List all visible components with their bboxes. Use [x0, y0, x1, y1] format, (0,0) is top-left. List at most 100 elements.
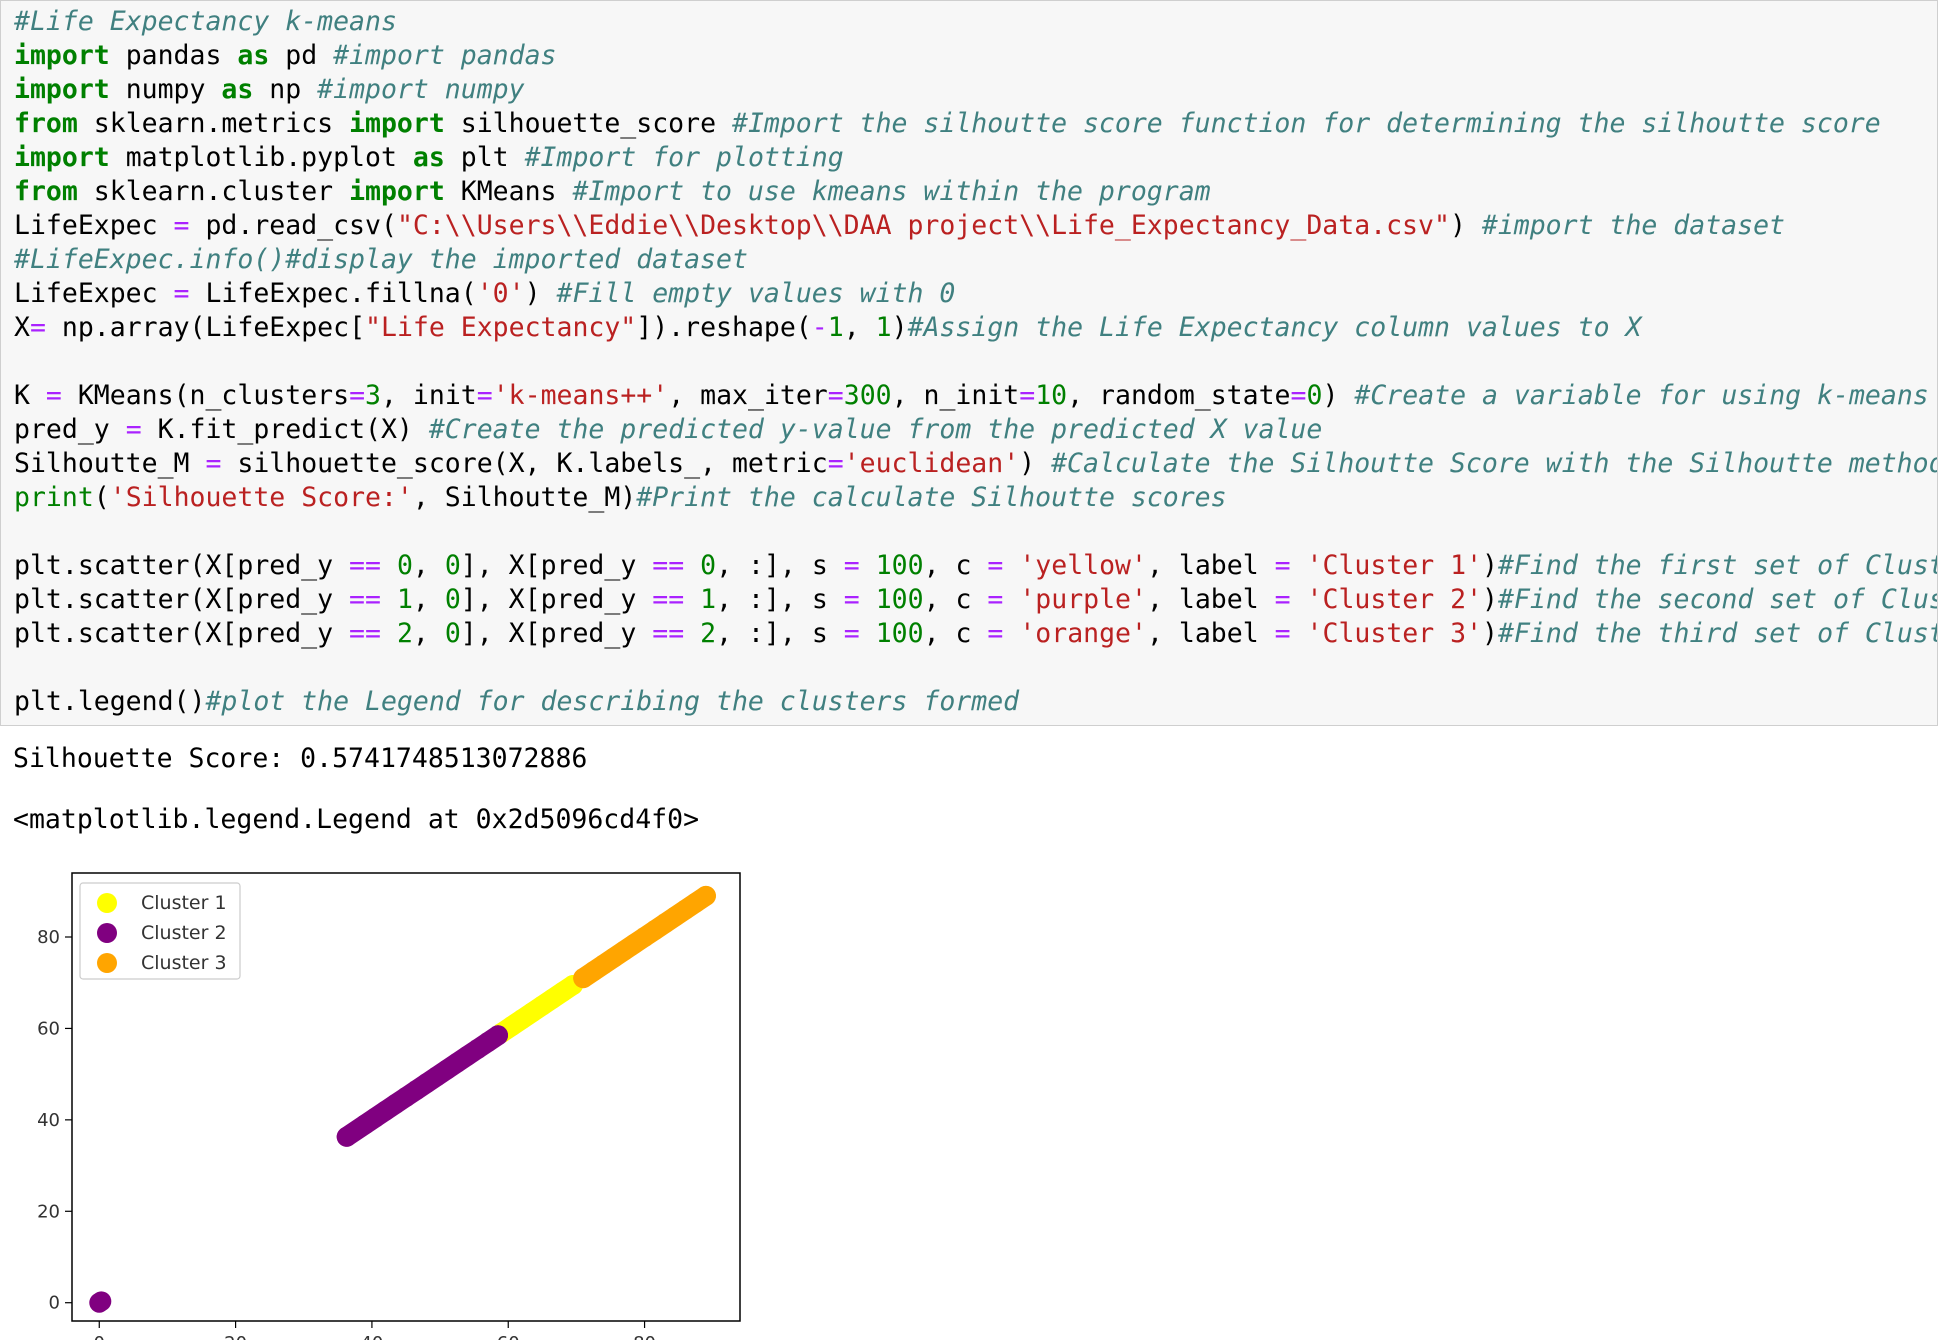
code-token: = [827, 448, 844, 479]
code-token: = [476, 380, 493, 411]
code-token: import [349, 108, 445, 139]
code-token: = [173, 210, 190, 241]
code-line: #Life Expectancy k-means [14, 5, 397, 39]
code-line: plt.legend()#plot the Legend for describ… [14, 685, 1019, 719]
code-token: , [412, 618, 445, 649]
code-line: X= np.array(LifeExpec["Life Expectancy"]… [14, 311, 1641, 345]
code-token: , [412, 584, 445, 615]
code-token: ) [891, 312, 908, 343]
legend-label: Cluster 3 [141, 952, 227, 974]
code-token: = [29, 312, 46, 343]
code-token: #import numpy [317, 74, 525, 105]
legend-repr-output: <matplotlib.legend.Legend at 0x2d5096cd4… [13, 804, 700, 835]
code-token: = [1274, 618, 1291, 649]
code-token: ) [1322, 380, 1355, 411]
code-token: 'Cluster 3' [1306, 618, 1483, 649]
legend-label: Cluster 1 [141, 892, 227, 914]
code-token: 2 [396, 618, 413, 649]
code-token: ) [1482, 550, 1499, 581]
code-token: LifeExpec.fillna( [189, 278, 477, 309]
code-token: = [45, 380, 62, 411]
code-token: ) [1482, 618, 1499, 649]
code-token: pd [269, 40, 334, 71]
code-token: 2 [700, 618, 717, 649]
y-tick-label: 40 [37, 1110, 60, 1131]
code-line: from sklearn.cluster import KMeans #Impo… [14, 175, 1211, 209]
code-token: pred_y [14, 414, 126, 445]
code-token: - [811, 312, 828, 343]
code-token: #Life Expectancy k-means [14, 6, 397, 37]
code-token: , Silhoutte_M) [412, 482, 637, 513]
code-token: X [14, 312, 30, 343]
legend-marker [97, 893, 117, 913]
legend-marker [97, 953, 117, 973]
code-token: == [349, 550, 381, 581]
code-token: 'Silhouette Score:' [109, 482, 413, 513]
code-token: plt.scatter(X[pred_y [14, 584, 350, 615]
code-token: #Calculate the Silhoutte Score with the … [1051, 448, 1938, 479]
code-token: import [14, 40, 110, 71]
x-tick-label: 80 [633, 1333, 656, 1340]
code-token: as [221, 74, 254, 105]
code-token: = [1274, 550, 1291, 581]
code-token: = [125, 414, 142, 445]
legend-label: Cluster 2 [141, 922, 227, 944]
code-token: = [843, 584, 860, 615]
code-token: , :], s [716, 550, 844, 581]
code-token: #Fill empty values with 0 [556, 278, 956, 309]
code-token: , max_iter [668, 380, 828, 411]
code-token: 300 [843, 380, 892, 411]
code-token: == [652, 550, 685, 581]
code-token: Silhoutte_M [14, 448, 206, 479]
code-token: #import pandas [333, 40, 557, 71]
code-token: import [349, 176, 445, 207]
code-token: ], X[pred_y [460, 584, 653, 615]
code-line: import matplotlib.pyplot as plt #Import … [14, 141, 844, 175]
code-token: 'Cluster 2' [1306, 584, 1483, 615]
code-cell[interactable]: #Life Expectancy k-means import pandas as… [0, 0, 1938, 726]
code-token: ]).reshape( [636, 312, 812, 343]
y-tick-label: 80 [37, 927, 60, 948]
code-token: #Create the predicted y-value from the p… [428, 414, 1323, 445]
code-token: , :], s [716, 584, 844, 615]
code-token: 1 [827, 312, 844, 343]
code-token: ) [1449, 210, 1482, 241]
code-token: == [652, 584, 685, 615]
code-token: , label [1146, 550, 1275, 581]
code-token: 0 [700, 550, 717, 581]
code-token: #Find the first set of Clusters [1498, 550, 1937, 581]
code-token: sklearn.metrics [77, 108, 350, 139]
code-line: import pandas as pd #import pandas [14, 39, 557, 73]
y-tick-label: 20 [37, 1201, 60, 1222]
code-token: , random_state [1067, 380, 1291, 411]
code-token: #Import the silhoutte score function for… [731, 108, 1881, 139]
code-token: from [14, 108, 78, 139]
code-token: 'yellow' [1019, 550, 1147, 581]
code-token: #LifeExpec.info()#display the imported d… [14, 244, 748, 275]
code-token: == [652, 618, 685, 649]
code-token: = [1290, 380, 1307, 411]
code-token: numpy [109, 74, 222, 105]
code-token: LifeExpec [14, 210, 174, 241]
code-line: K = KMeans(n_clusters=3, init='k-means++… [14, 379, 1929, 413]
code-token: 0 [444, 550, 461, 581]
x-tick-label: 60 [497, 1333, 520, 1340]
code-token: 1 [700, 584, 717, 615]
code-token: pd.read_csv( [189, 210, 397, 241]
code-token: 1 [396, 584, 413, 615]
data-point [695, 885, 716, 906]
code-token: as [237, 40, 270, 71]
code-token: ], X[pred_y [460, 618, 653, 649]
y-tick-label: 0 [49, 1293, 60, 1314]
code-token: LifeExpec [14, 278, 174, 309]
code-token: 100 [875, 584, 924, 615]
code-line: plt.scatter(X[pred_y == 1, 0], X[pred_y … [14, 583, 1937, 617]
code-token: = [827, 380, 844, 411]
code-token: , label [1146, 584, 1275, 615]
